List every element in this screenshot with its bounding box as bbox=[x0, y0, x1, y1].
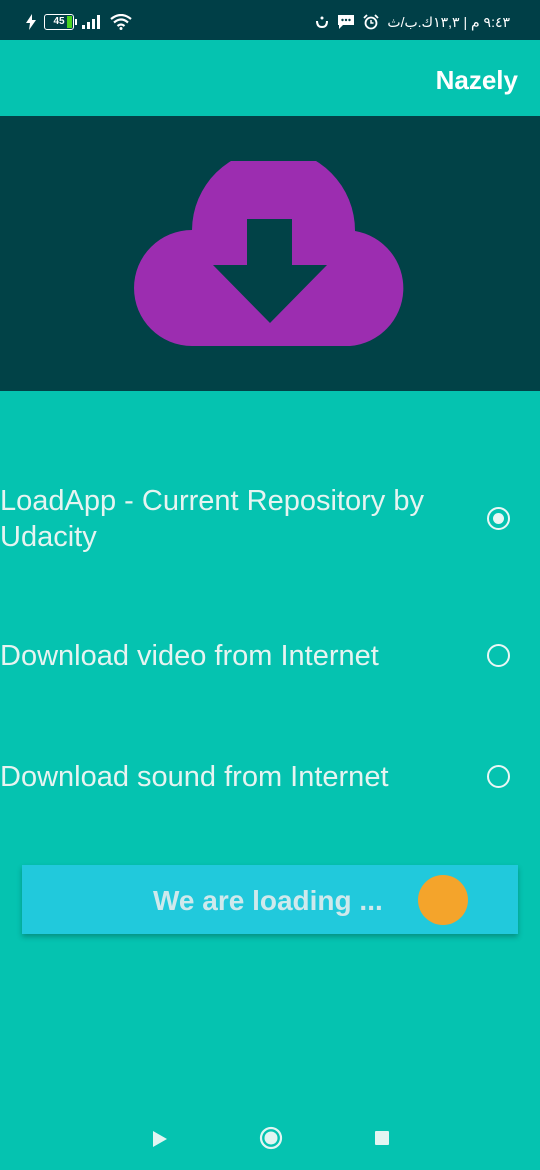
message-icon bbox=[338, 15, 355, 29]
wifi-icon bbox=[110, 14, 132, 30]
status-bar: 45 ٩:٤٣ م | ١٣,٣ك.ب/ث bbox=[0, 0, 540, 40]
download-button-label: We are loading ... bbox=[153, 885, 383, 916]
status-icons-right: ٩:٤٣ م | ١٣,٣ك.ب/ث bbox=[315, 12, 510, 32]
status-icons-left: 45 bbox=[26, 12, 132, 32]
battery-icon: 45 bbox=[44, 14, 77, 30]
app-title: Nazely bbox=[435, 65, 518, 95]
radio-sound[interactable] bbox=[487, 765, 510, 788]
alarm-icon bbox=[363, 14, 380, 30]
option-loadapp[interactable]: LoadApp - Current Repository by Udacity bbox=[0, 480, 540, 558]
loading-indicator bbox=[418, 875, 468, 925]
recents-icon[interactable] bbox=[375, 1131, 389, 1145]
charging-icon bbox=[26, 14, 36, 30]
signal-icon bbox=[82, 15, 100, 29]
status-time: ٩:٤٣ م | ١٣,٣ك.ب/ث bbox=[387, 13, 510, 30]
app-bar: Nazely bbox=[0, 40, 540, 116]
cloud-download-icon bbox=[134, 161, 404, 346]
header-image bbox=[0, 116, 540, 391]
radio-loadapp[interactable] bbox=[487, 507, 510, 530]
option-sound[interactable]: Download sound from Internet bbox=[0, 757, 540, 797]
option-video-label: Download video from Internet bbox=[0, 640, 379, 672]
download-button[interactable]: We are loading ... bbox=[22, 865, 518, 934]
option-loadapp-label: LoadApp - Current Repository by Udacity bbox=[0, 485, 424, 553]
radio-video[interactable] bbox=[487, 644, 510, 667]
notification-icon bbox=[316, 16, 329, 29]
battery-level: 45 bbox=[53, 16, 65, 27]
option-video[interactable]: Download video from Internet bbox=[0, 636, 540, 676]
back-icon[interactable] bbox=[152, 1130, 168, 1148]
home-icon[interactable] bbox=[259, 1126, 283, 1150]
nav-bar bbox=[0, 1110, 540, 1170]
option-sound-label: Download sound from Internet bbox=[0, 761, 389, 793]
